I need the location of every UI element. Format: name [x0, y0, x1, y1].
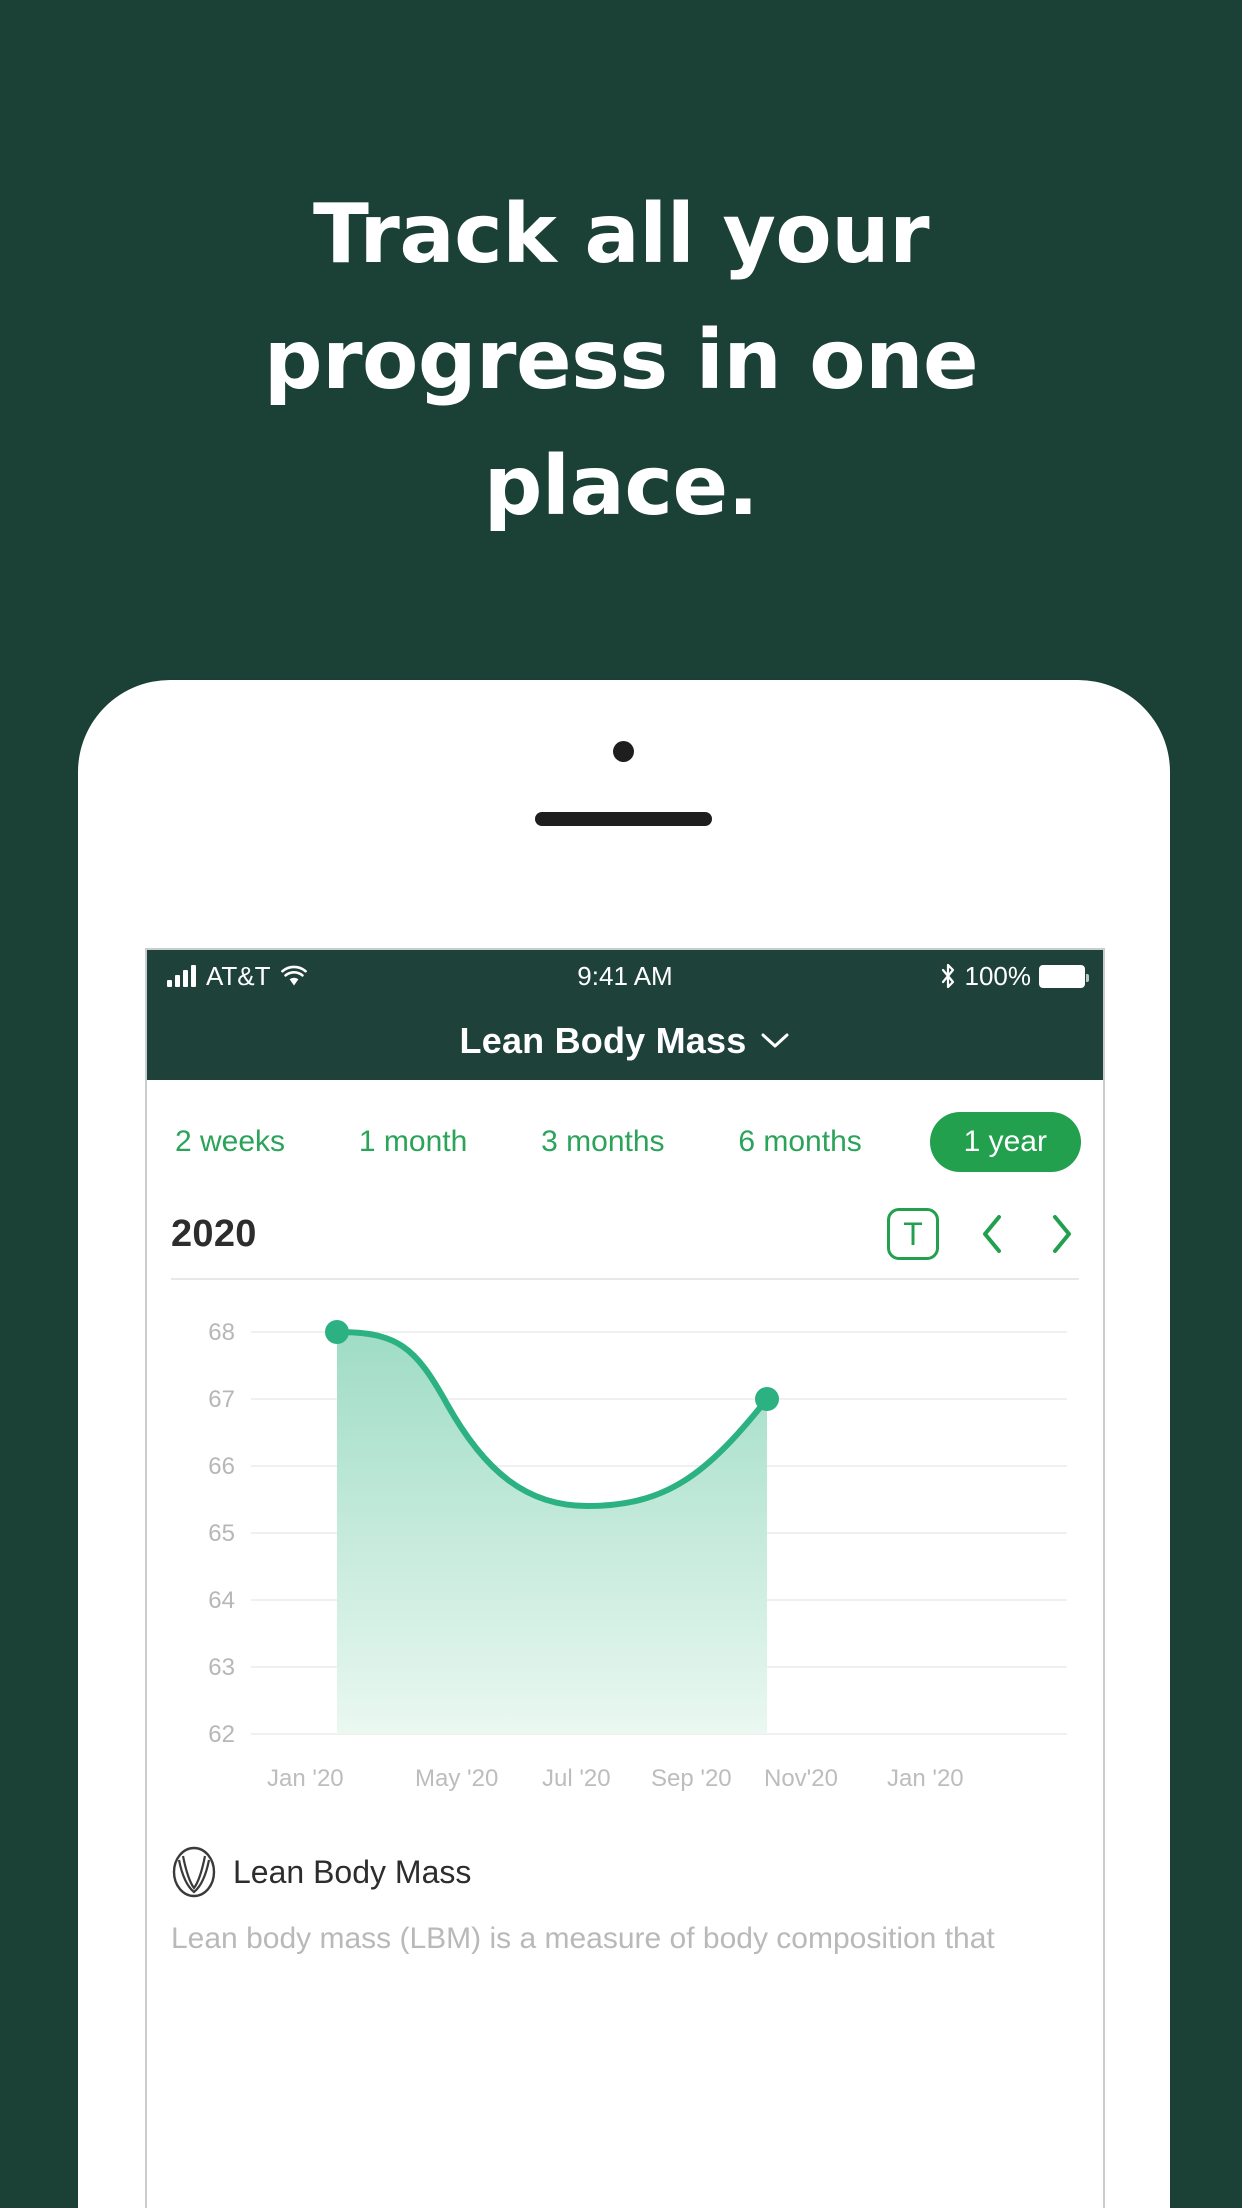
year-label: 2020 — [171, 1212, 257, 1255]
chart-y-axis: 68 67 66 65 64 63 62 — [208, 1319, 235, 1748]
nav-bar[interactable]: Lean Body Mass — [147, 1002, 1103, 1080]
svg-text:67: 67 — [208, 1386, 235, 1413]
chart-x-axis: Jan '20 May '20 Jul '20 Sep '20 Nov'20 J… — [267, 1765, 964, 1792]
phone-screen: AT&T 9:41 AM 100% Lean Body Mass 2 weeks… — [145, 948, 1105, 2208]
battery-full-icon — [1039, 964, 1089, 988]
status-bar-right: 100% — [939, 960, 1089, 992]
chart-data-point-start — [325, 1320, 349, 1344]
svg-text:May '20: May '20 — [415, 1765, 498, 1792]
chart-area-fill — [337, 1332, 767, 1734]
info-description: Lean body mass (LBM) is a measure of bod… — [171, 1922, 995, 1955]
bluetooth-icon — [939, 963, 957, 989]
info-title: Lean Body Mass — [233, 1853, 472, 1890]
headline-line-3: place. — [483, 439, 759, 534]
svg-text:Sep '20: Sep '20 — [651, 1765, 732, 1792]
headline-line-1: Track all your — [312, 187, 930, 282]
chart-data-point-end — [755, 1387, 779, 1411]
carrier-label: AT&T — [206, 960, 271, 991]
battery-percent-label: 100% — [964, 960, 1032, 991]
svg-text:Jan '20: Jan '20 — [887, 1765, 964, 1792]
chevron-down-icon[interactable] — [760, 1032, 790, 1050]
svg-text:64: 64 — [208, 1587, 235, 1614]
headline-line-2: progress in one — [263, 313, 979, 408]
signal-bars-icon — [167, 965, 196, 987]
lean-body-mass-logo-icon — [171, 1846, 217, 1898]
svg-text:Jan '20: Jan '20 — [267, 1765, 344, 1792]
info-section: Lean Body Mass Lean body mass (LBM) is a… — [147, 1834, 1103, 1962]
page-title: Track all your progress in one place. — [0, 172, 1242, 550]
tab-2-weeks[interactable]: 2 weeks — [169, 1117, 291, 1167]
status-bar: AT&T 9:41 AM 100% — [147, 950, 1103, 1002]
tab-1-year[interactable]: 1 year — [929, 1112, 1081, 1172]
period-navigation: 2020 T — [147, 1182, 1103, 1278]
earpiece-speaker — [535, 812, 712, 826]
wifi-icon — [280, 965, 307, 987]
divider — [171, 1278, 1079, 1280]
info-header: Lean Body Mass — [171, 1846, 1079, 1898]
svg-text:65: 65 — [208, 1520, 235, 1547]
tab-3-months[interactable]: 3 months — [535, 1117, 670, 1167]
svg-text:Jul '20: Jul '20 — [542, 1765, 611, 1792]
nav-title: Lean Body Mass — [459, 1020, 747, 1061]
time-range-tabs: 2 weeks 1 month 3 months 6 months 1 year — [147, 1080, 1103, 1182]
period-controls: T — [887, 1208, 1079, 1260]
front-camera-icon — [613, 741, 634, 762]
chevron-right-icon[interactable] — [1045, 1212, 1079, 1256]
svg-text:68: 68 — [208, 1319, 235, 1346]
svg-text:Nov'20: Nov'20 — [764, 1765, 838, 1792]
svg-text:63: 63 — [208, 1654, 235, 1681]
tab-6-months[interactable]: 6 months — [732, 1117, 867, 1167]
tab-1-month[interactable]: 1 month — [353, 1117, 473, 1167]
lean-body-mass-chart[interactable]: 68 67 66 65 64 63 62 Jan '20 May '20 Jul… — [147, 1294, 1103, 1834]
svg-text:66: 66 — [208, 1453, 235, 1480]
today-button[interactable]: T — [887, 1208, 939, 1260]
promo-screenshot: Track all your progress in one place. AT… — [0, 0, 1242, 2208]
svg-text:62: 62 — [208, 1721, 235, 1748]
status-bar-left: AT&T — [167, 961, 307, 992]
chevron-left-icon[interactable] — [975, 1212, 1009, 1256]
